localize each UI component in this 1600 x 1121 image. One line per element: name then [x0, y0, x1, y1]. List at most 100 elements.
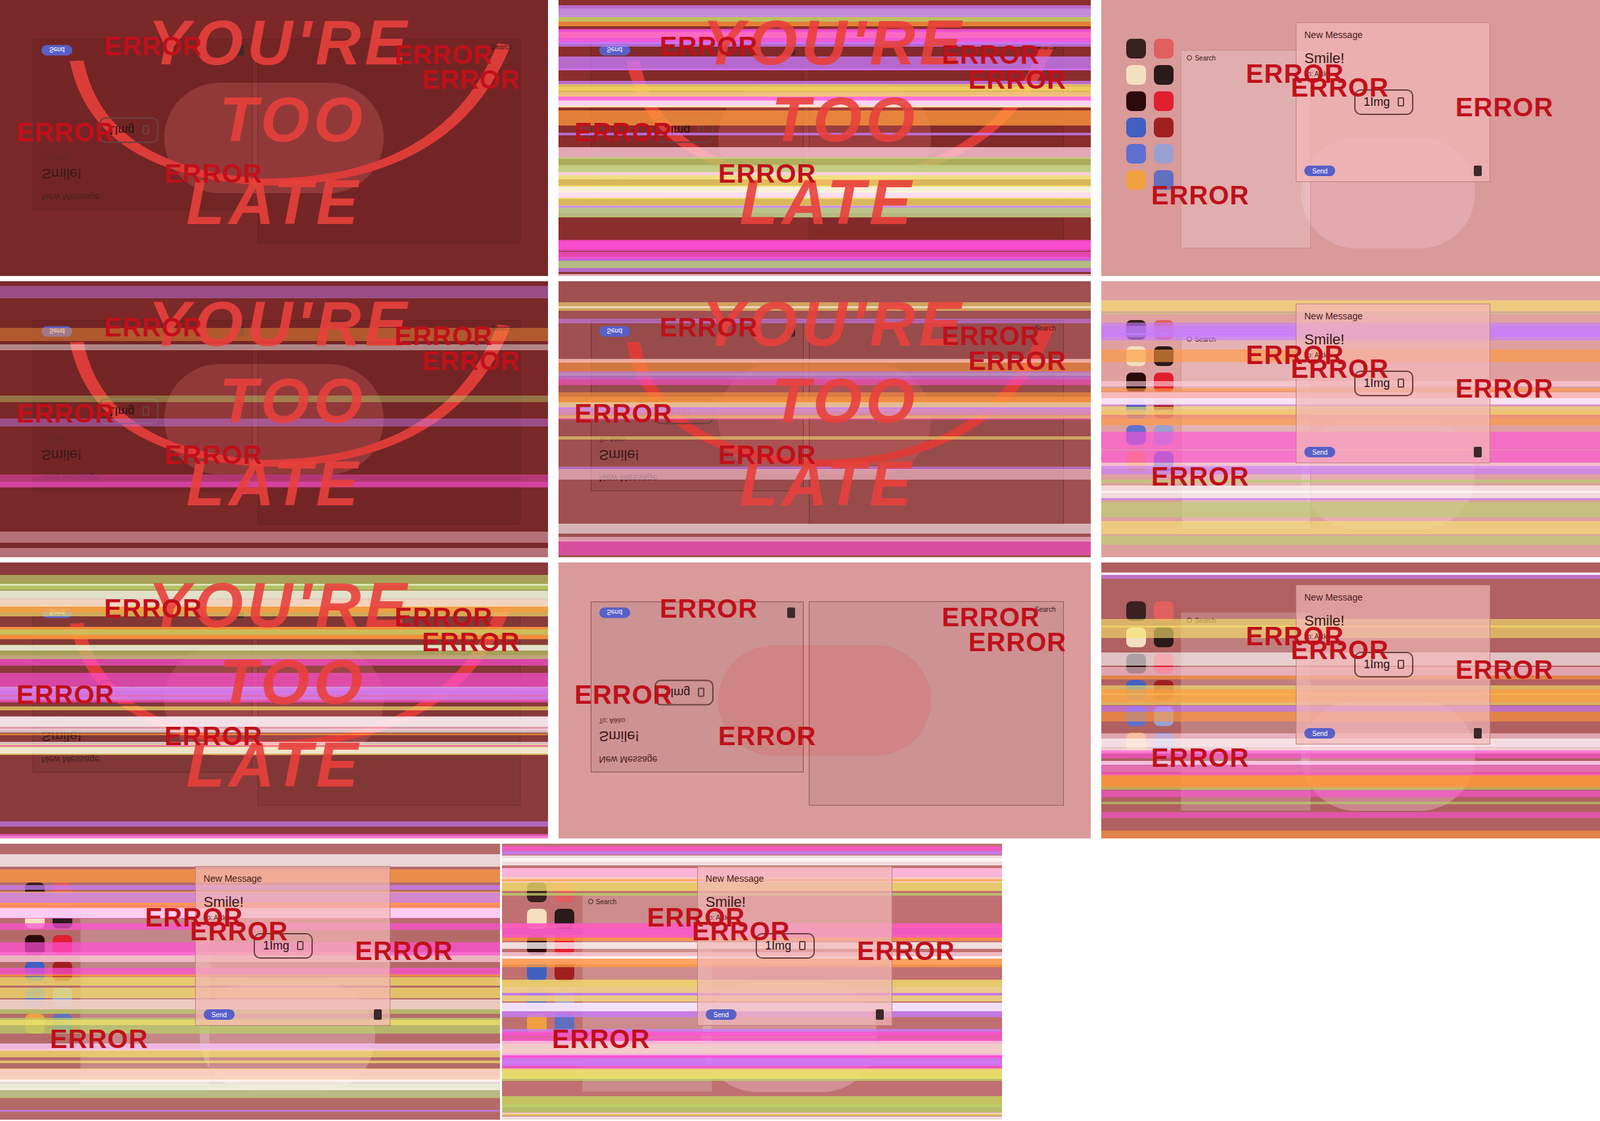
subject-field[interactable]: Smile! [41, 162, 82, 185]
glitch-band [502, 1116, 1003, 1120]
trash-icon[interactable] [1473, 446, 1482, 458]
app-icon[interactable] [1153, 38, 1174, 59]
frame-too-late: SearchNew MessageSmile!To: Aikko1ImgSend… [558, 281, 1091, 558]
send-button[interactable]: Send [203, 1009, 235, 1020]
app-icon[interactable] [526, 961, 547, 982]
trash-icon[interactable] [875, 1009, 884, 1020]
app-icon[interactable] [1126, 706, 1146, 727]
app-icon[interactable] [24, 987, 45, 1008]
search-field[interactable]: Search [1194, 334, 1216, 345]
send-button[interactable]: Send [1304, 728, 1336, 739]
subject-field[interactable]: Smile! [599, 444, 640, 466]
app-icon[interactable] [554, 961, 575, 982]
error-label: ERROR [1290, 636, 1389, 663]
error-label: ERROR [49, 1025, 148, 1052]
search-field[interactable]: Search [1194, 53, 1216, 64]
app-icon[interactable] [1153, 706, 1174, 727]
subject-field[interactable]: Smile! [41, 444, 82, 466]
graffiti-text: TOO [219, 369, 367, 433]
send-button[interactable]: Send [1304, 446, 1336, 458]
window-footer: Send [1304, 446, 1482, 458]
app-icon[interactable] [52, 908, 73, 929]
graffiti-text: TOO [771, 88, 919, 152]
app-icon[interactable] [1153, 627, 1174, 648]
app-icon[interactable] [1153, 117, 1174, 138]
search-field[interactable]: Search [491, 42, 513, 52]
app-icon[interactable] [1126, 425, 1146, 445]
app-icon[interactable] [1126, 38, 1146, 59]
app-icon[interactable] [526, 935, 547, 955]
trash-icon[interactable] [373, 1009, 382, 1020]
app-icon[interactable] [1126, 170, 1146, 190]
app-icon[interactable] [1153, 601, 1174, 621]
app-icon[interactable] [1126, 601, 1146, 621]
trash-icon[interactable] [1473, 165, 1482, 177]
app-icon[interactable] [24, 1013, 45, 1034]
app-icon[interactable] [1126, 91, 1146, 112]
app-icon[interactable] [1153, 91, 1174, 112]
app-icon[interactable] [1126, 372, 1146, 393]
search-field[interactable]: Search [491, 323, 513, 334]
search-field[interactable]: Search [595, 896, 618, 907]
glitch-frame: SearchNew MessageSmile!To: Aikko1ImgSend… [558, 281, 1091, 558]
app-icon[interactable] [1153, 680, 1174, 700]
app-icon[interactable] [526, 1013, 547, 1034]
send-button[interactable]: Send [599, 44, 631, 56]
glitch-band [502, 1068, 1003, 1079]
app-icon[interactable] [1153, 653, 1174, 674]
app-icon[interactable] [1153, 320, 1174, 340]
app-icon[interactable] [1126, 451, 1146, 472]
subject-field[interactable]: Smile! [41, 725, 82, 748]
app-icon[interactable] [24, 935, 45, 955]
graffiti-text: TOO [219, 650, 367, 714]
app-icon[interactable] [1126, 117, 1146, 138]
app-icon[interactable] [526, 908, 547, 929]
app-icon[interactable] [526, 987, 547, 1008]
send-button[interactable]: Send [599, 607, 631, 618]
send-button[interactable]: Send [41, 325, 73, 337]
app-icon[interactable] [24, 882, 45, 903]
app-icon[interactable] [1126, 65, 1146, 85]
app-icon[interactable] [1126, 346, 1146, 366]
trash-icon[interactable] [1473, 728, 1482, 739]
app-icon[interactable] [1126, 653, 1146, 674]
app-icon[interactable] [526, 882, 547, 903]
app-icon[interactable] [52, 882, 73, 903]
search-field[interactable]: Search [491, 604, 513, 615]
app-icon[interactable] [1126, 398, 1146, 419]
send-button[interactable]: Send [41, 607, 73, 618]
app-icon[interactable] [554, 935, 575, 955]
app-icon[interactable] [1126, 143, 1146, 164]
app-icon[interactable] [24, 961, 45, 982]
app-icon[interactable] [1153, 143, 1174, 164]
send-button[interactable]: Send [599, 325, 631, 337]
app-icon[interactable] [554, 987, 575, 1008]
app-icon[interactable] [1153, 65, 1174, 85]
search-field[interactable]: Search [93, 896, 115, 907]
app-icon[interactable] [554, 882, 575, 903]
send-button[interactable]: Send [41, 44, 73, 56]
glitch-band [0, 821, 549, 827]
app-icon[interactable] [1153, 425, 1174, 445]
app-icon[interactable] [1126, 627, 1146, 648]
app-icon[interactable] [52, 935, 73, 955]
window-title: New Message [1296, 304, 1490, 324]
app-icon[interactable] [52, 961, 73, 982]
app-icon[interactable] [24, 908, 45, 929]
subject-field[interactable]: Smile! [599, 725, 640, 748]
app-icon[interactable] [1153, 372, 1174, 393]
search-field[interactable]: Search [1194, 615, 1216, 626]
send-button[interactable]: Send [1304, 165, 1336, 177]
trash-icon[interactable] [787, 607, 796, 618]
subject-field[interactable]: Smile! [599, 162, 640, 185]
frame-row: SearchNew MessageSmile!To: Aikko1ImgSend… [0, 562, 1600, 839]
app-icon[interactable] [1153, 398, 1174, 419]
app-icon[interactable] [554, 908, 575, 929]
glitch-band [0, 1079, 501, 1091]
app-icon[interactable] [1126, 320, 1146, 340]
app-icon[interactable] [52, 987, 73, 1008]
app-icon[interactable] [1126, 680, 1146, 700]
app-icon[interactable] [1126, 732, 1146, 753]
send-button[interactable]: Send [705, 1009, 737, 1020]
app-icon[interactable] [1153, 346, 1174, 366]
